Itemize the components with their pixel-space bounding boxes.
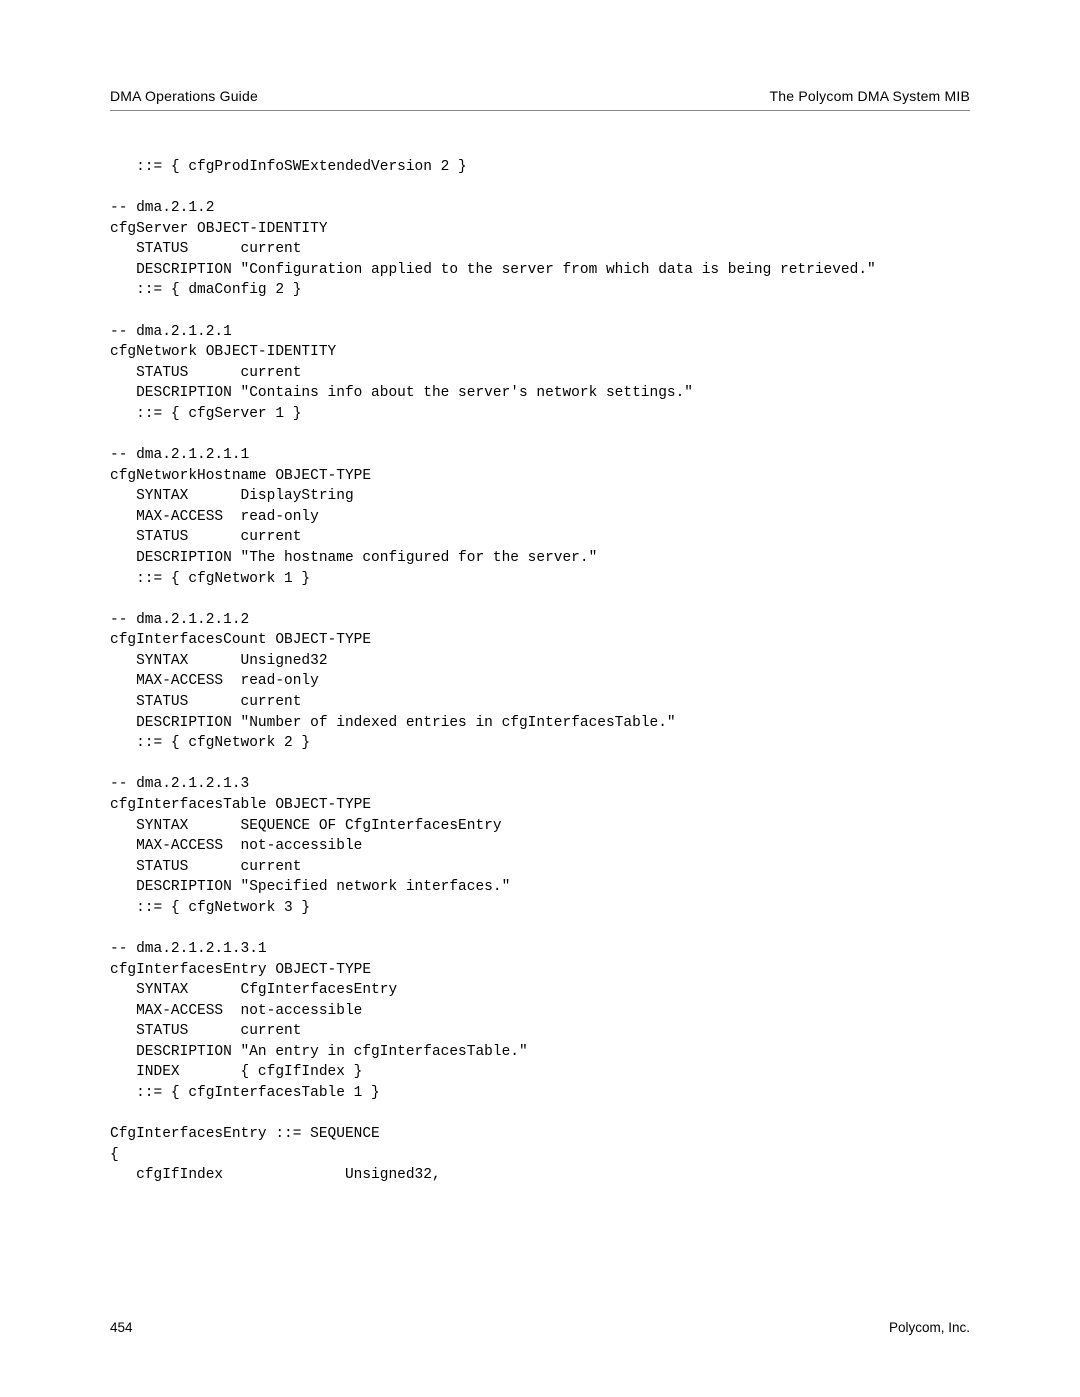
mib-code-block: ::= { cfgProdInfoSWExtendedVersion 2 } -… — [110, 157, 970, 1186]
page-number: 454 — [110, 1320, 133, 1335]
company-name: Polycom, Inc. — [889, 1320, 970, 1335]
header-right-title: The Polycom DMA System MIB — [770, 88, 970, 104]
page-header: DMA Operations Guide The Polycom DMA Sys… — [110, 88, 970, 111]
document-page: DMA Operations Guide The Polycom DMA Sys… — [0, 0, 1080, 1397]
page-footer: 454 Polycom, Inc. — [110, 1320, 970, 1335]
header-left-title: DMA Operations Guide — [110, 88, 258, 104]
